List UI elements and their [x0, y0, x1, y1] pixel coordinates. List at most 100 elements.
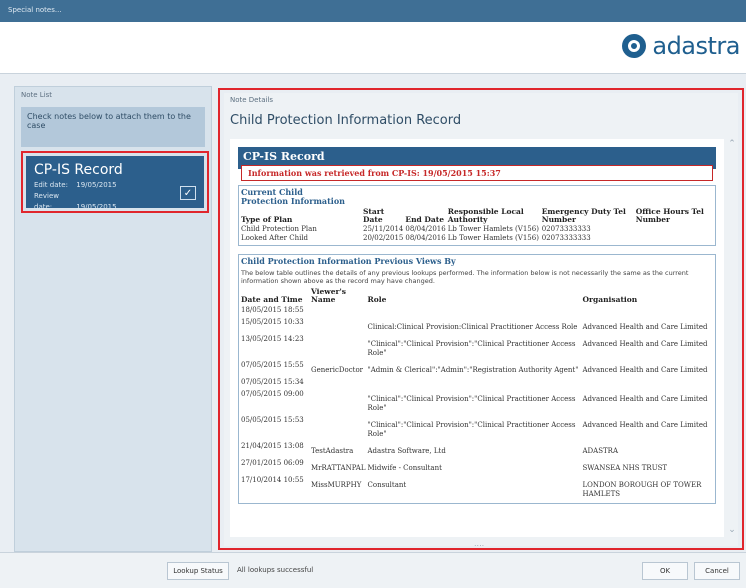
table-cell: TestAdastra [311, 447, 354, 455]
table-cell [636, 225, 713, 234]
table-cell: ADASTRA [582, 447, 619, 455]
table-cell [368, 305, 583, 317]
col-header-role: Role [367, 295, 387, 304]
table-row: 17/10/2014 10:55 MissMURPHY Consultant LOND… [241, 475, 713, 501]
table-cell: 02073333333 [541, 225, 591, 233]
review-date-value: 19/05/2015 [76, 203, 117, 211]
note-card-cpis[interactable]: CP-IS Record Edit date: 19/05/2015 Revie… [26, 156, 204, 211]
table-cell: LONDON BOROUGH OF TOWER HAMLETS [582, 481, 702, 498]
resize-grip[interactable]: .... [474, 539, 484, 548]
table-cell [311, 334, 368, 360]
table-row: 21/04/2015 13:08 TestAdastra Adastra Softw… [241, 441, 713, 458]
table-cell: 21/04/2015 13:08 [241, 442, 304, 450]
edit-date-label: Edit date: [34, 181, 68, 189]
table-cell: 17/10/2014 10:55 [241, 476, 304, 484]
table-cell: 08/04/2016 [405, 225, 446, 233]
app-header: adastra [0, 22, 746, 74]
note-details-caption: Note Details [230, 96, 274, 104]
table-cell: Advanced Health and Care Limited [582, 323, 708, 331]
table-row: 05/05/2015 15:53 "Clinical":"Clinical Pro… [241, 415, 713, 441]
table-cell: MissMURPHY [311, 481, 362, 489]
table-cell: 05/05/2015 15:53 [241, 416, 304, 424]
table-row: 07/05/2015 15:34 [241, 377, 713, 389]
note-card-title: CP-IS Record [34, 162, 123, 178]
current-cp-box: Current Child Protection Information Typ… [238, 185, 716, 246]
footer-bar: Lookup Status All lookups successful OK … [0, 552, 746, 588]
table-cell: GenericDoctor [311, 366, 364, 374]
note-details-title: Child Protection Information Record [230, 113, 462, 128]
current-cp-title: Current Child Protection Information [241, 187, 345, 206]
table-row: 27/01/2015 06:09 MrRATTANPAL Midwife - Con… [241, 458, 713, 475]
brand-name: adastra [652, 32, 740, 60]
table-cell: Child Protection Plan [241, 225, 317, 233]
previous-views-description: The below table outlines the details of … [241, 269, 689, 285]
table-cell [311, 377, 368, 389]
document-scrollbar[interactable]: ⌃ ⌄ [726, 139, 738, 537]
current-cp-table: Type of Plan Start Date End Date Respons… [241, 208, 713, 243]
table-cell: "Admin & Clerical":"Admin":"Registration… [367, 366, 579, 374]
attach-checkbox-icon[interactable]: ✓ [180, 186, 196, 200]
table-cell: 20/02/2015 [363, 234, 404, 242]
previous-views-header-row: Date and Time Viewer's Name Role Organis… [241, 288, 713, 305]
table-cell: Lb Tower Hamlets (V156) [447, 225, 539, 233]
table-cell: 13/05/2015 14:23 [241, 335, 304, 343]
table-cell [368, 377, 583, 389]
note-card-highlight: CP-IS Record Edit date: 19/05/2015 Revie… [21, 151, 209, 213]
chevron-down-icon[interactable]: ⌄ [726, 525, 738, 535]
table-cell: SWANSEA NHS TRUST [582, 464, 668, 472]
review-date-label: Review date: [34, 192, 59, 211]
table-cell [311, 389, 368, 415]
table-cell: "Clinical":"Clinical Provision":"Clinica… [367, 421, 576, 438]
brand-logo: adastra [622, 32, 740, 60]
col-header-authority: Responsible Local Authority [447, 207, 524, 224]
previous-views-title: Child Protection Information Previous Vi… [241, 256, 456, 266]
table-row: 07/05/2015 15:55 GenericDoctor "Admin & Cl… [241, 360, 713, 377]
table-row: 18/05/2015 18:55 [241, 305, 713, 317]
table-cell [311, 305, 368, 317]
cancel-button[interactable]: Cancel [694, 562, 740, 580]
main-area: Note List Check notes below to attach th… [0, 86, 746, 552]
col-header-emergency: Emergency Duty Tel Number [541, 207, 626, 224]
table-cell: Advanced Health and Care Limited [582, 421, 708, 429]
previous-views-box: Child Protection Information Previous Vi… [238, 254, 716, 504]
table-cell: 07/05/2015 15:55 [241, 361, 304, 369]
col-header-end: End Date [405, 215, 444, 224]
col-header-office: Office Hours Tel Number [635, 207, 704, 224]
table-cell: MrRATTANPAL [311, 464, 366, 472]
col-header-datetime: Date and Time [241, 295, 303, 304]
note-details-highlight: Note Details Child Protection Informatio… [218, 88, 744, 550]
table-cell: 15/05/2015 10:33 [241, 318, 304, 326]
table-cell: 02073333333 [541, 234, 591, 242]
table-row: Looked After Child 20/02/2015 08/04/2016… [241, 234, 713, 243]
table-cell: Consultant [367, 481, 407, 489]
col-header-organisation: Organisation [582, 295, 638, 304]
lookup-status-button[interactable]: Lookup Status [167, 562, 229, 580]
table-cell: "Clinical":"Clinical Provision":"Clinica… [367, 395, 576, 412]
table-cell [583, 377, 714, 389]
table-cell: 08/04/2016 [405, 234, 446, 242]
ok-button[interactable]: OK [642, 562, 688, 580]
chevron-up-icon[interactable]: ⌃ [726, 139, 738, 149]
col-header-viewer: Viewer's Name [311, 287, 347, 304]
adastra-logo-icon [622, 34, 647, 58]
table-row: Child Protection Plan 25/11/2014 08/04/2… [241, 225, 713, 234]
lookup-status-text: All lookups successful [237, 566, 314, 574]
table-cell: Lb Tower Hamlets (V156) [447, 234, 539, 242]
note-list-hint: Check notes below to attach them to the … [21, 107, 205, 147]
table-cell: Advanced Health and Care Limited [582, 340, 708, 348]
table-cell: 25/11/2014 [363, 225, 404, 233]
edit-date-value: 19/05/2015 [76, 181, 117, 189]
col-header-type: Type of Plan [241, 215, 293, 224]
note-card-edit-date: Edit date: 19/05/2015 [34, 180, 196, 191]
note-card-review-date: Review date: 19/05/2015 [34, 191, 196, 213]
window-title: Special notes... [8, 6, 62, 14]
table-cell: "Clinical":"Clinical Provision":"Clinica… [367, 340, 576, 357]
table-row: 15/05/2015 10:33 Clinical:Clinical Provis… [241, 317, 713, 334]
table-cell: Advanced Health and Care Limited [582, 395, 708, 403]
cpis-document[interactable]: CP-IS Record Information was retrieved f… [230, 139, 724, 537]
retrieved-notice: Information was retrieved from CP-IS: 19… [241, 165, 713, 181]
table-cell: Looked After Child [241, 234, 309, 242]
note-list-panel: Note List Check notes below to attach th… [14, 86, 212, 552]
table-row: 07/05/2015 09:00 "Clinical":"Clinical Pro… [241, 389, 713, 415]
note-list-caption: Note List [21, 91, 53, 99]
